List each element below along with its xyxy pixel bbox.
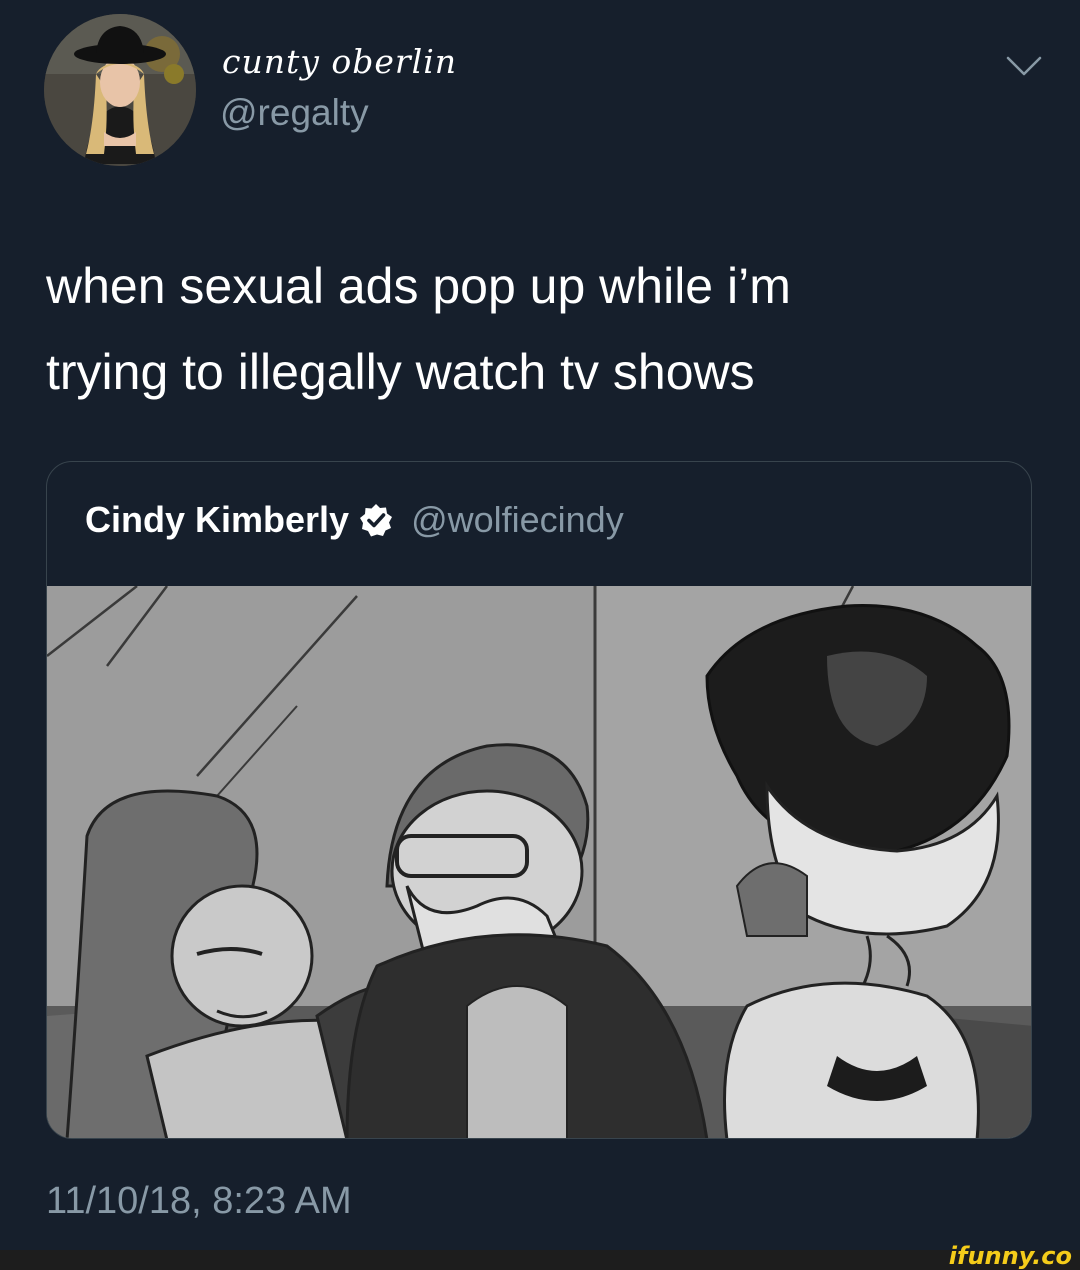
cartoon-image	[47, 586, 1031, 1138]
footer-bar	[0, 1250, 1080, 1270]
tweet: cunty oberlin @regalty when sexual ads p…	[0, 0, 1080, 1250]
quoted-tweet-media[interactable]	[47, 586, 1031, 1138]
verified-badge-icon	[360, 504, 393, 537]
tweet-text: when sexual ads pop up while i’m trying …	[46, 243, 1006, 415]
chevron-down-icon[interactable]	[1004, 52, 1044, 82]
tweet-text-line: trying to illegally watch tv shows	[46, 344, 755, 400]
quoted-author-name: Cindy Kimberly	[85, 499, 350, 540]
profile-photo-icon	[44, 14, 196, 166]
tweet-timestamp[interactable]: 11/10/18, 8:23 AM	[46, 1180, 352, 1223]
avatar[interactable]	[44, 14, 196, 166]
author-display-name[interactable]: cunty oberlin	[222, 42, 457, 81]
watermark-logo: ifunny.co	[948, 1242, 1072, 1270]
quoted-author-handle: @wolfiecindy	[411, 499, 624, 540]
quoted-tweet-header: Cindy Kimberly @wolfiecindy	[85, 498, 624, 542]
author-handle[interactable]: @regalty	[220, 92, 369, 134]
quoted-tweet-card[interactable]: Cindy Kimberly @wolfiecindy	[46, 461, 1032, 1139]
tweet-text-line: when sexual ads pop up while i’m	[46, 258, 791, 314]
